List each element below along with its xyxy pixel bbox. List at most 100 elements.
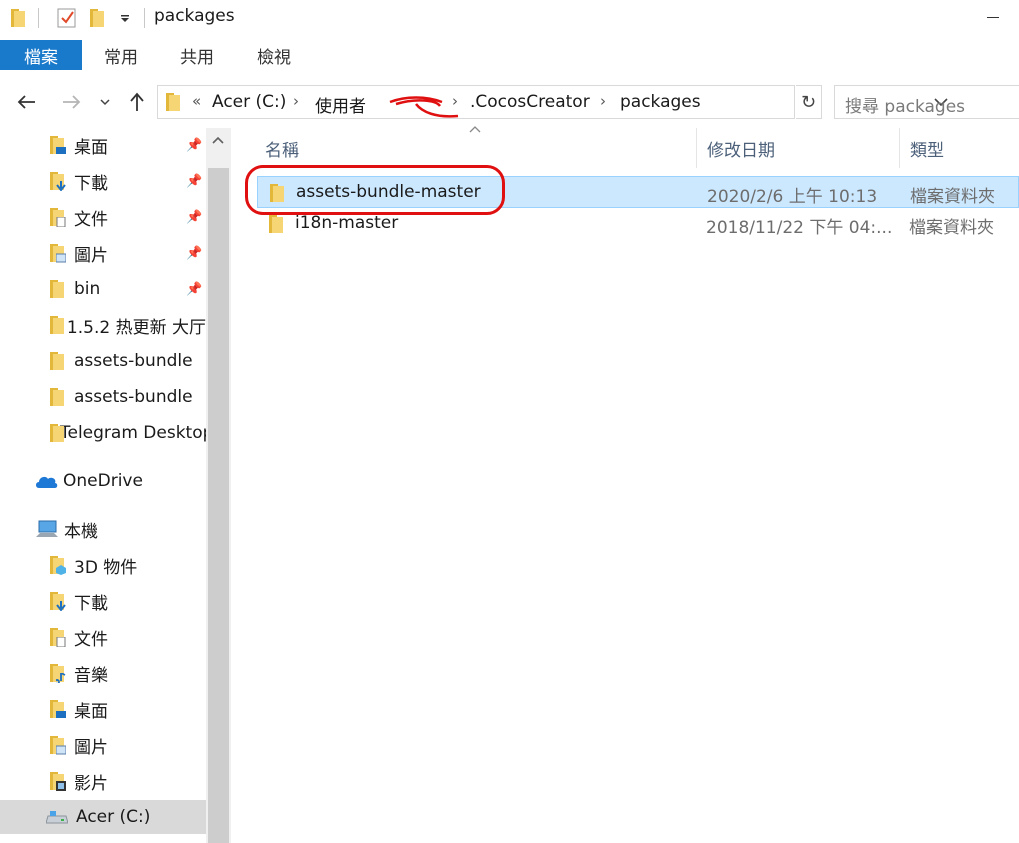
sidebar-item-assets-bundle[interactable]: assets-bundle (0, 344, 206, 378)
toolbar-divider (38, 8, 39, 28)
recent-locations-chevron-icon[interactable] (96, 90, 114, 114)
window-title: packages (154, 6, 235, 26)
sidebar-item-label: 圖片 (74, 737, 108, 758)
sidebar-item-desktop[interactable]: 桌面 (0, 692, 206, 726)
breadcrumb-packages[interactable]: packages (620, 92, 701, 112)
breadcrumb-separator-icon[interactable]: › (600, 92, 606, 110)
sidebar-item-telegram[interactable]: Telegram Desktop (0, 416, 206, 450)
3d-objects-folder-icon (50, 556, 66, 575)
documents-folder-icon (50, 208, 66, 227)
breadcrumb-cocoscreator[interactable]: .CocosCreator (470, 92, 590, 112)
search-placeholder: 搜尋 packages (845, 97, 966, 117)
sidebar-item-label: 3D 物件 (74, 557, 138, 578)
search-input[interactable]: 搜尋 packages (834, 85, 1019, 119)
pictures-folder-icon (50, 244, 66, 263)
downloads-folder-icon (50, 592, 66, 611)
breadcrumb-overflow[interactable]: « (192, 92, 201, 110)
sidebar-item-label: 文件 (74, 629, 108, 650)
file-row[interactable]: assets-bundle-master 2020/2/6 上午 10:13 檔… (257, 176, 1019, 208)
file-modified-date: 2020/2/6 上午 10:13 (707, 187, 878, 207)
file-list: 名稱 修改日期 類型 assets-bundle-master 2020/2/6… (231, 126, 1019, 843)
sidebar-item-music[interactable]: 音樂 (0, 656, 206, 690)
desktop-folder-icon (50, 136, 66, 154)
folder-icon[interactable] (10, 7, 26, 29)
pin-icon[interactable]: 📌 (186, 246, 202, 261)
sidebar-item-label: 桌面 (74, 701, 108, 722)
address-bar[interactable]: « Acer (C:) › 使用者 › .CocosCreator › pack… (157, 85, 948, 119)
sidebar-item-pictures[interactable]: 圖片 (0, 728, 206, 762)
sidebar-item-label: OneDrive (63, 471, 143, 491)
pictures-folder-icon (50, 736, 66, 755)
sidebar-item-label: 下載 (74, 173, 108, 194)
videos-folder-icon (50, 772, 66, 791)
breadcrumb-separator-icon[interactable]: › (293, 92, 299, 110)
sidebar-item-this-pc[interactable]: 本機 (0, 512, 206, 546)
sidebar-item-acer-drive[interactable]: Acer (C:) (0, 800, 206, 834)
minimize-button[interactable] (973, 0, 1019, 34)
sidebar-item-documents[interactable]: 文件 (0, 620, 206, 654)
title-bar: packages (0, 0, 1019, 36)
sidebar-item-label: 桌面 (74, 137, 108, 158)
pin-icon[interactable]: 📌 (186, 282, 202, 297)
breadcrumb-users[interactable]: 使用者 (315, 92, 366, 117)
customize-toolbar-icon[interactable] (116, 7, 134, 29)
sidebar-item-label: bin (74, 279, 101, 299)
sidebar-item-3d-objects[interactable]: 3D 物件 (0, 548, 206, 582)
computer-icon (36, 520, 58, 538)
sidebar-item-label: 下載 (74, 593, 108, 614)
sidebar-item-hot-update[interactable]: 1.5.2 热更新 大厅 (0, 308, 206, 342)
toolbar-divider (144, 8, 145, 28)
sidebar-item-label: assets-bundle (74, 387, 193, 407)
scroll-up-arrow-icon[interactable] (212, 134, 224, 147)
up-arrow-icon[interactable] (124, 90, 150, 114)
ribbon-tabs: 檔案 常用 共用 檢視 (0, 36, 1019, 74)
drive-icon (46, 810, 68, 824)
column-header-date[interactable]: 修改日期 (707, 128, 775, 168)
scrollbar-thumb[interactable] (208, 168, 229, 843)
tab-file[interactable]: 檔案 (0, 40, 82, 70)
desktop-folder-icon (50, 700, 66, 718)
sidebar-item-pictures[interactable]: 圖片 📌 (0, 236, 206, 270)
sidebar-item-videos[interactable]: 影片 (0, 764, 206, 798)
breadcrumb-separator-icon[interactable]: › (452, 92, 458, 110)
file-row[interactable]: i18n-master 2018/11/22 下午 04:... 檔案資料夾 (257, 208, 1019, 240)
tab-home[interactable]: 常用 (90, 40, 152, 70)
refresh-icon[interactable]: ↻ (796, 85, 822, 119)
pin-icon[interactable]: 📌 (186, 210, 202, 225)
column-divider[interactable] (696, 128, 697, 168)
sidebar-item-label: Telegram Desktop (60, 423, 206, 443)
sidebar-scrollbar[interactable] (206, 128, 231, 843)
navigation-pane: 桌面 📌 下載 📌 文件 📌 圖片 📌 bin 📌 1.5.2 热更新 大厅 a… (0, 128, 231, 843)
breadcrumb-drive[interactable]: Acer (C:) (212, 92, 286, 112)
sidebar-item-bin[interactable]: bin 📌 (0, 272, 206, 306)
back-arrow-icon[interactable] (14, 90, 40, 114)
file-name: i18n-master (295, 213, 399, 233)
file-modified-date: 2018/11/22 下午 04:... (706, 218, 893, 238)
sidebar-item-onedrive[interactable]: OneDrive (0, 464, 206, 498)
new-folder-icon[interactable] (88, 7, 106, 29)
pin-icon[interactable]: 📌 (186, 174, 202, 189)
navigation-bar: « Acer (C:) › 使用者 › .CocosCreator › pack… (0, 74, 1019, 130)
column-header-name[interactable]: 名稱 (265, 128, 299, 168)
sidebar-item-label: 影片 (74, 773, 108, 794)
folder-icon (50, 280, 64, 298)
properties-icon[interactable] (56, 7, 78, 29)
tab-share[interactable]: 共用 (166, 40, 228, 70)
music-folder-icon (50, 664, 66, 683)
tab-view[interactable]: 檢視 (243, 40, 305, 70)
sidebar-item-downloads[interactable]: 下載 📌 (0, 164, 206, 198)
pin-icon[interactable]: 📌 (186, 138, 202, 153)
folder-icon (50, 316, 64, 334)
documents-folder-icon (50, 628, 66, 647)
column-header-type[interactable]: 類型 (910, 128, 944, 168)
sidebar-item-label: 1.5.2 热更新 大厅 (66, 317, 206, 338)
sidebar-item-label: assets-bundle (74, 351, 193, 371)
sidebar-item-downloads[interactable]: 下載 (0, 584, 206, 618)
folder-icon (166, 93, 180, 115)
sidebar-item-documents[interactable]: 文件 📌 (0, 200, 206, 234)
column-divider[interactable] (899, 128, 900, 168)
folder-icon (269, 215, 283, 237)
forward-arrow-icon[interactable] (58, 90, 84, 114)
sidebar-item-desktop[interactable]: 桌面 📌 (0, 128, 206, 162)
sidebar-item-assets-bundle[interactable]: assets-bundle (0, 380, 206, 414)
